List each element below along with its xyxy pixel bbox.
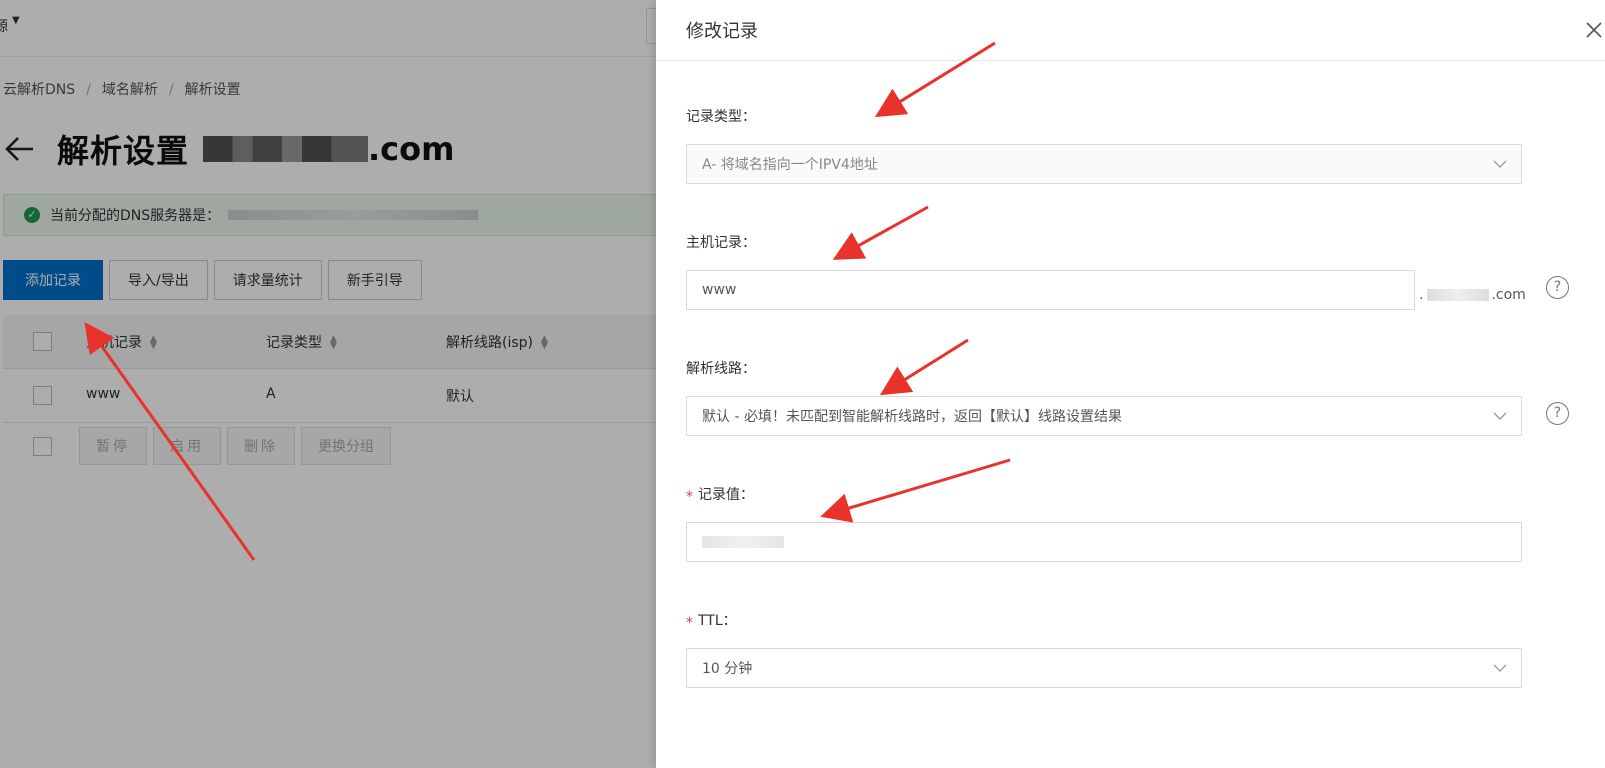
record-type-value: A- 将域名指向一个IPV4地址 — [702, 157, 878, 173]
line-label: 解析线路： — [686, 361, 756, 377]
record-value-input[interactable] — [686, 522, 1522, 562]
chevron-down-icon — [1493, 412, 1507, 420]
ttl-select[interactable]: 10 分钟 — [686, 648, 1522, 688]
host-record-input-wrap[interactable] — [686, 270, 1415, 310]
host-domain-suffix: . .com — [1419, 287, 1526, 303]
host-record-input[interactable] — [702, 282, 1414, 298]
value-redacted-mask — [702, 536, 784, 548]
ttl-label: * TTL： — [686, 613, 737, 631]
record-value-label: * 记录值： — [686, 487, 754, 505]
domain-redacted-mask — [1427, 289, 1490, 301]
help-circle-icon[interactable]: ? — [1546, 402, 1569, 425]
help-circle-icon[interactable]: ? — [1546, 276, 1569, 299]
chevron-down-icon — [1493, 160, 1507, 168]
close-icon[interactable] — [1583, 19, 1605, 41]
ttl-value: 10 分钟 — [702, 661, 753, 677]
drawer-title: 修改记录 — [686, 21, 758, 42]
edit-record-drawer: 修改记录 记录类型： A- 将域名指向一个IPV4地址 主机记录： ..com … — [656, 0, 1605, 768]
drawer-header: 修改记录 — [656, 0, 1605, 61]
line-value: 默认 - 必填！未匹配到智能解析线路时，返回【默认】线路设置结果 — [702, 409, 1122, 425]
host-record-label: 主机记录： — [686, 235, 756, 251]
chevron-down-icon — [1493, 664, 1507, 672]
required-mark: * — [686, 615, 693, 631]
record-type-select[interactable]: A- 将域名指向一个IPV4地址 — [686, 144, 1522, 184]
required-mark: * — [686, 489, 693, 505]
record-type-label: 记录类型： — [686, 109, 756, 125]
line-select[interactable]: 默认 - 必填！未匹配到智能解析线路时，返回【默认】线路设置结果 — [686, 396, 1522, 436]
